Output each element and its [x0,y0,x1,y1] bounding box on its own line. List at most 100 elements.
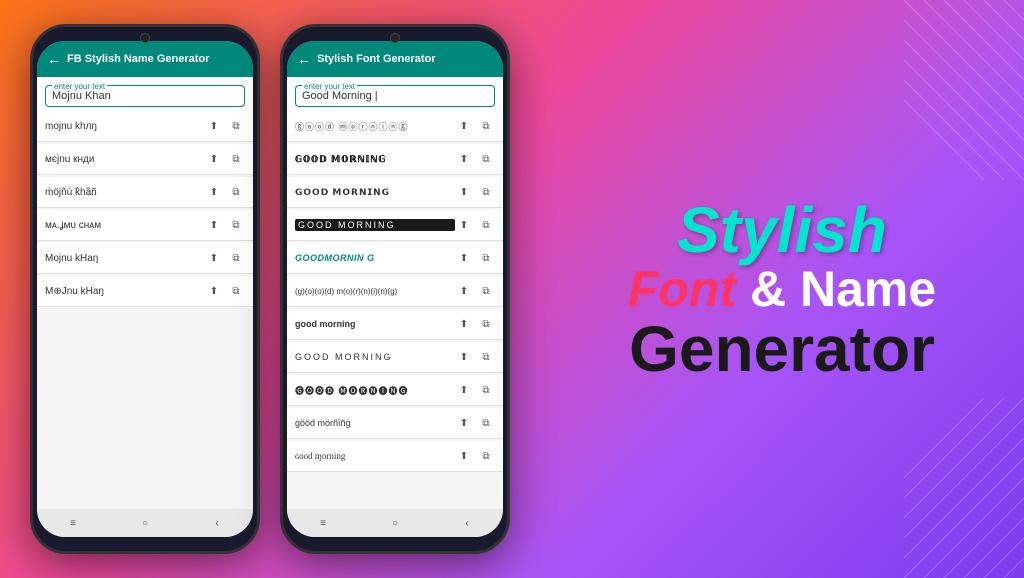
font-actions: ⬆ ⧉ [455,282,495,300]
phone2-title: Stylish Font Generator [317,53,493,65]
phone1-home-icon[interactable]: ○ [138,516,152,530]
copy-button[interactable]: ⧉ [477,282,495,300]
phone1-menu-icon[interactable]: ≡ [66,516,80,530]
font-actions: ⬆ ⧉ [455,447,495,465]
promo-font-word: Font [628,261,736,317]
list-item: mojnu khлŋ ⬆ ⧉ [37,111,253,142]
phone2-text-input[interactable]: Good Morning | [302,90,488,102]
font-actions: ⬆ ⧉ [205,117,245,135]
phone2-menu-icon[interactable]: ≡ [316,516,330,530]
font-text: 𝔾𝕆𝕆𝔻 𝕄𝕆ℝℕ𝕀ℕ𝔾 [295,154,455,165]
font-text: good morning [295,319,455,329]
copy-button[interactable]: ⧉ [227,216,245,234]
list-item: 𝔾𝕆𝕆𝔻 𝕄𝕆ℝℕ𝕀ℕ𝔾 ⬆ ⧉ [287,144,503,175]
phone1-input-area: enter your text Mojnu Khan [37,77,253,111]
phone1-title: FB Stylish Name Generator [67,53,243,65]
list-item: ᴍᴀ.ʝᴍᴜ ᴄʜᴀᴍ ⬆ ⧉ [37,210,253,241]
share-button[interactable]: ⬆ [455,183,473,201]
phone2-back-nav-icon[interactable]: ‹ [460,516,474,530]
list-item: GOODMORNIN G ⬆ ⧉ [287,243,503,274]
font-text: ġööḋ ṁörñïñġ [295,418,455,428]
share-button[interactable]: ⬆ [205,282,223,300]
share-button[interactable]: ⬆ [455,249,473,267]
font-actions: ⬆ ⧉ [455,117,495,135]
phone2-home-icon[interactable]: ○ [388,516,402,530]
copy-button[interactable]: ⧉ [227,282,245,300]
font-text: GOOD MORNING [295,219,455,231]
font-text: (g)(o)(o)(d) m(o)(r)(n)(i)(n)(g) [295,287,455,296]
phone1-back-button[interactable]: ← [47,51,61,67]
font-text: ɢood ɱorning [295,451,455,461]
list-item: (g)(o)(o)(d) m(o)(r)(n)(i)(n)(g) ⬆ ⧉ [287,276,503,307]
font-text: M⊕Jnu kHaŋ [45,286,205,297]
phone1-input-wrapper: enter your text Mojnu Khan [45,85,245,107]
phone1-back-nav-icon[interactable]: ‹ [210,516,224,530]
list-item: GOOD MORNING ⬆ ⧉ [287,342,503,373]
copy-button[interactable]: ⧉ [227,150,245,168]
share-button[interactable]: ⬆ [205,117,223,135]
share-button[interactable]: ⬆ [205,249,223,267]
phone1-appbar: ← FB Stylish Name Generator [37,41,253,77]
list-item: M⊕Jnu kHaŋ ⬆ ⧉ [37,276,253,307]
font-text: ⓖⓞⓞⓓ ⓜⓞⓡⓝⓘⓝⓖ [295,120,455,133]
phone2-input-wrapper: enter your text Good Morning | [295,85,495,107]
copy-button[interactable]: ⧉ [227,117,245,135]
font-actions: ⬆ ⧉ [205,183,245,201]
copy-button[interactable]: ⧉ [227,183,245,201]
promo-line1: Stylish [677,198,887,262]
copy-button[interactable]: ⧉ [227,249,245,267]
font-text: 𝗚𝗢𝗢𝗗 𝗠𝗢𝗥𝗡𝗜𝗡𝗚 [295,187,455,198]
font-text: 🅖🅞🅞🅓 🅜🅞🅡🅝🅘🅝🅖 [295,384,455,397]
font-actions: ⬆ ⧉ [455,381,495,399]
font-actions: ⬆ ⧉ [205,249,245,267]
share-button[interactable]: ⬆ [455,282,473,300]
share-button[interactable]: ⬆ [455,348,473,366]
copy-button[interactable]: ⧉ [477,150,495,168]
list-item: ɢood ɱorning ⬆ ⧉ [287,441,503,472]
share-button[interactable]: ⬆ [205,183,223,201]
copy-button[interactable]: ⧉ [477,216,495,234]
copy-button[interactable]: ⧉ [477,414,495,432]
promo-section: Stylish Font & Name Generator [540,178,1024,401]
copy-button[interactable]: ⧉ [477,117,495,135]
share-button[interactable]: ⬆ [455,447,473,465]
copy-button[interactable]: ⧉ [477,249,495,267]
share-button[interactable]: ⬆ [455,117,473,135]
copy-button[interactable]: ⧉ [477,315,495,333]
list-item: мєjnu кнди ⬆ ⧉ [37,144,253,175]
font-actions: ⬆ ⧉ [455,249,495,267]
font-text: ᴍᴀ.ʝᴍᴜ ᴄʜᴀᴍ [45,220,205,231]
phones-container: ← FB Stylish Name Generator enter your t… [0,4,540,574]
copy-button[interactable]: ⧉ [477,348,495,366]
copy-button[interactable]: ⧉ [477,381,495,399]
font-actions: ⬆ ⧉ [455,414,495,432]
share-button[interactable]: ⬆ [455,315,473,333]
share-button[interactable]: ⬆ [455,150,473,168]
promo-name-word: & Name [750,261,936,317]
phone2-camera [390,33,400,43]
phone1-screen: ← FB Stylish Name Generator enter your t… [37,41,253,537]
share-button[interactable]: ⬆ [205,216,223,234]
share-button[interactable]: ⬆ [455,381,473,399]
phone2: ← Stylish Font Generator enter your text… [280,24,510,554]
share-button[interactable]: ⬆ [455,216,473,234]
font-actions: ⬆ ⧉ [455,315,495,333]
phone1-text-input[interactable]: Mojnu Khan [52,90,238,102]
phone2-bottom-nav: ≡ ○ ‹ [287,509,503,537]
phone2-input-label: enter your text [302,82,357,91]
share-button[interactable]: ⬆ [205,150,223,168]
copy-button[interactable]: ⧉ [477,447,495,465]
share-button[interactable]: ⬆ [455,414,473,432]
promo-line2: Font & Name [628,262,936,317]
phone1-bottom-nav: ≡ ○ ‹ [37,509,253,537]
phone2-font-list: ⓖⓞⓞⓓ ⓜⓞⓡⓝⓘⓝⓖ ⬆ ⧉ 𝔾𝕆𝕆𝔻 𝕄𝕆ℝℕ𝕀ℕ𝔾 ⬆ ⧉ 𝗚𝗢𝗢𝗗 � [287,111,503,509]
copy-button[interactable]: ⧉ [477,183,495,201]
promo-line3: Generator [629,317,935,381]
font-actions: ⬆ ⧉ [455,183,495,201]
list-item: 𝗚𝗢𝗢𝗗 𝗠𝗢𝗥𝗡𝗜𝗡𝗚 ⬆ ⧉ [287,177,503,208]
list-item: ṁöjñú k̂hâñ ⬆ ⧉ [37,177,253,208]
phone1-input-label: enter your text [52,82,107,91]
font-text: GOODMORNIN G [295,253,455,263]
font-text: mojnu khлŋ [45,121,205,132]
phone2-back-button[interactable]: ← [297,51,311,67]
